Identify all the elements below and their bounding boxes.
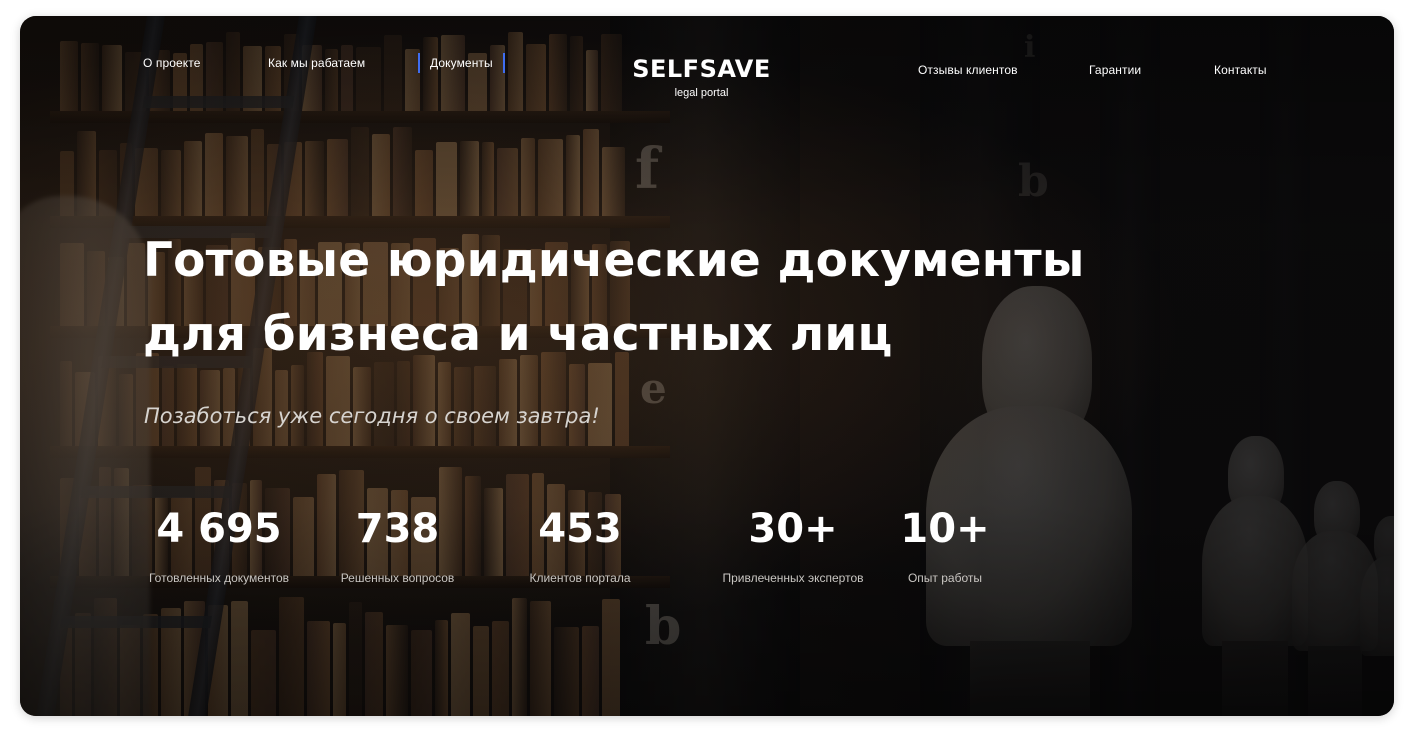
- stat-label: Готовленных документов: [148, 571, 289, 585]
- nav-link-contacts[interactable]: Контакты: [1214, 63, 1267, 77]
- nav-link-guarantees[interactable]: Гарантии: [1089, 63, 1141, 77]
- hero-title-line-1: Готовые юридические документы: [143, 233, 1085, 288]
- stat-label: Клиентов портала: [529, 571, 631, 585]
- nav-link-documents[interactable]: Документы: [430, 56, 493, 70]
- stat-experience: 10+ Опыт работы: [900, 504, 990, 586]
- logo-subtitle: legal portal: [674, 87, 729, 99]
- nav-link-reviews[interactable]: Отзывы клиентов: [918, 63, 1018, 77]
- nav-link-about[interactable]: О проекте: [143, 56, 201, 70]
- stat-value: 4 695: [156, 506, 282, 552]
- stat-value: 30+: [748, 506, 838, 552]
- nav-active-marker-right: [503, 53, 505, 73]
- stat-experts: 30+ Привлеченных экспертов: [712, 504, 874, 586]
- stat-value: 738: [355, 506, 440, 552]
- hero-title: Готовые юридические документы для бизнес…: [143, 224, 1193, 372]
- stat-value: 10+: [900, 506, 990, 552]
- stat-resolved-questions: 738 Решенных вопросов: [330, 504, 465, 586]
- stat-value: 453: [538, 506, 622, 552]
- hero-title-line-2: для бизнеса и частных лиц: [143, 307, 893, 362]
- stat-label: Решенных вопросов: [340, 571, 455, 585]
- logo-title: SELFSAVE: [632, 55, 771, 83]
- hero-section: f b e b i О проекте Как мы раба: [20, 16, 1394, 716]
- nav-link-how-we-work[interactable]: Как мы рабатаем: [268, 56, 365, 70]
- stat-clients: 453 Клиентов портала: [515, 504, 645, 586]
- nav-active-marker-left: [418, 53, 420, 73]
- stat-documents: 4 695 Готовленных документов: [140, 504, 298, 586]
- site-logo[interactable]: SELFSAVE legal portal: [610, 54, 793, 100]
- stat-label: Привлеченных экспертов: [722, 571, 864, 585]
- hero-tagline: Позаботься уже сегодня о своем завтра!: [144, 404, 600, 428]
- stat-label: Опыт работы: [907, 571, 983, 585]
